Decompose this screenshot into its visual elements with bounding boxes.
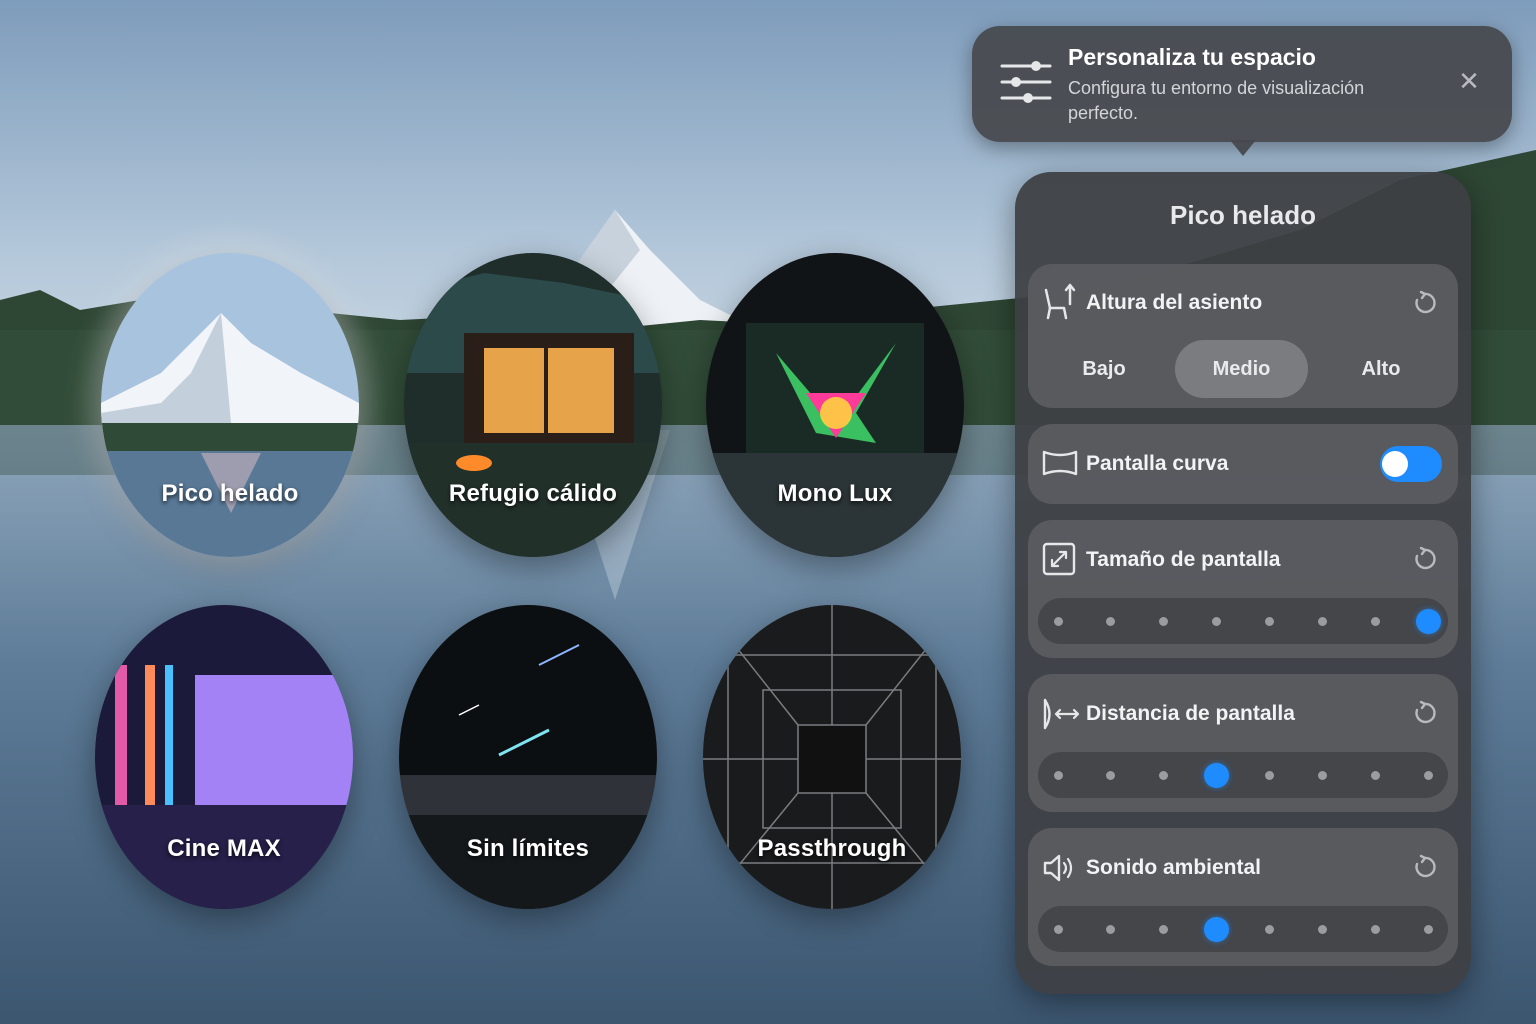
- distance-icon: [1042, 698, 1080, 735]
- env-label: Pico helado: [161, 480, 299, 507]
- env-sin-limites[interactable]: Sin límites: [399, 605, 657, 909]
- screen-size-card: Tamaño de pantalla: [1028, 520, 1458, 658]
- slider-step[interactable]: [1317, 771, 1327, 780]
- env-label: Mono Lux: [777, 480, 893, 507]
- curved-screen-card: Pantalla curva: [1028, 424, 1458, 504]
- env-label: Passthrough: [757, 835, 907, 862]
- resize-icon: [1042, 542, 1076, 581]
- ambient-sound-label: Sonido ambiental: [1086, 856, 1262, 879]
- env-refugio-calido[interactable]: Refugio cálido: [404, 253, 662, 557]
- slider-step[interactable]: [1053, 771, 1063, 780]
- tooltip-pointer: [1230, 140, 1256, 156]
- screen-distance-slider[interactable]: [1038, 752, 1448, 798]
- curved-screen-label: Pantalla curva: [1086, 452, 1229, 475]
- slider-step[interactable]: [1264, 925, 1274, 934]
- slider-step[interactable]: [1317, 925, 1327, 934]
- env-passthrough[interactable]: Passthrough: [703, 605, 961, 909]
- slider-step[interactable]: [1053, 617, 1063, 626]
- seat-option-alto[interactable]: Alto: [1316, 340, 1446, 398]
- cabin-thumbnail: [404, 253, 662, 557]
- curved-screen-toggle[interactable]: [1380, 446, 1442, 482]
- slider-step[interactable]: [1106, 771, 1116, 780]
- seat-icon: [1042, 282, 1076, 327]
- screen-distance-card: Distancia de pantalla: [1028, 674, 1458, 812]
- slider-step[interactable]: [1159, 771, 1169, 780]
- env-label: Sin límites: [466, 835, 590, 862]
- env-label: Refugio cálido: [448, 480, 618, 507]
- aurora-thumbnail: [706, 253, 964, 557]
- customize-tooltip: Personaliza tu espacio Configura tu ento…: [972, 26, 1512, 156]
- slider-step[interactable]: [1159, 925, 1169, 934]
- slider-step[interactable]: [1212, 617, 1222, 626]
- env-cine-max[interactable]: Cine MAX: [95, 605, 353, 909]
- space-thumbnail: [399, 605, 657, 909]
- seat-height-card: Altura del asiento Bajo Medio Alto: [1028, 264, 1458, 408]
- tooltip-description: Configura tu entorno de visualización pe…: [1068, 78, 1365, 123]
- sliders-icon: [1000, 56, 1052, 113]
- slider-step[interactable]: [1317, 617, 1327, 626]
- slider-step[interactable]: [1264, 771, 1274, 780]
- toggle-knob: [1382, 451, 1408, 477]
- seat-height-label: Altura del asiento: [1086, 291, 1263, 314]
- panel-title: Pico helado: [1170, 200, 1316, 230]
- ambient-sound-slider[interactable]: [1038, 906, 1448, 952]
- reset-icon[interactable]: [1412, 700, 1438, 726]
- tooltip-title: Personaliza tu espacio: [1068, 44, 1316, 70]
- grid-thumbnail: [703, 605, 961, 909]
- slider-step[interactable]: [1370, 617, 1380, 626]
- env-label: Cine MAX: [167, 835, 281, 862]
- curved-screen-icon: [1042, 448, 1078, 483]
- env-mono-lux[interactable]: Mono Lux: [706, 253, 964, 557]
- screen-distance-label: Distancia de pantalla: [1086, 702, 1295, 725]
- seat-option-medio[interactable]: Medio: [1175, 340, 1308, 398]
- slider-step[interactable]: [1423, 925, 1433, 934]
- slider-step[interactable]: [1423, 771, 1433, 780]
- cinema-thumbnail: [95, 605, 353, 909]
- slider-step[interactable]: [1370, 925, 1380, 934]
- slider-thumb[interactable]: [1204, 917, 1230, 942]
- slider-step[interactable]: [1264, 617, 1274, 626]
- reset-icon[interactable]: [1412, 290, 1438, 316]
- slider-step[interactable]: [1053, 925, 1063, 934]
- speaker-icon: [1042, 852, 1078, 889]
- close-icon[interactable]: ✕: [1454, 66, 1484, 96]
- reset-icon[interactable]: [1412, 546, 1438, 572]
- reset-icon[interactable]: [1412, 854, 1438, 880]
- screen-size-slider[interactable]: [1038, 598, 1448, 644]
- mountain-thumbnail: [101, 253, 359, 557]
- slider-thumb[interactable]: [1204, 763, 1230, 788]
- slider-step[interactable]: [1106, 925, 1116, 934]
- env-pico-helado[interactable]: Pico helado: [101, 253, 359, 557]
- ambient-sound-card: Sonido ambiental: [1028, 828, 1458, 966]
- screen-size-label: Tamaño de pantalla: [1086, 548, 1281, 571]
- slider-step[interactable]: [1106, 617, 1116, 626]
- slider-step[interactable]: [1370, 771, 1380, 780]
- environment-settings-panel: Pico helado Altura del asiento Bajo Medi…: [1015, 172, 1471, 994]
- slider-thumb[interactable]: [1415, 609, 1441, 634]
- seat-option-bajo[interactable]: Bajo: [1040, 340, 1168, 398]
- slider-step[interactable]: [1159, 617, 1169, 626]
